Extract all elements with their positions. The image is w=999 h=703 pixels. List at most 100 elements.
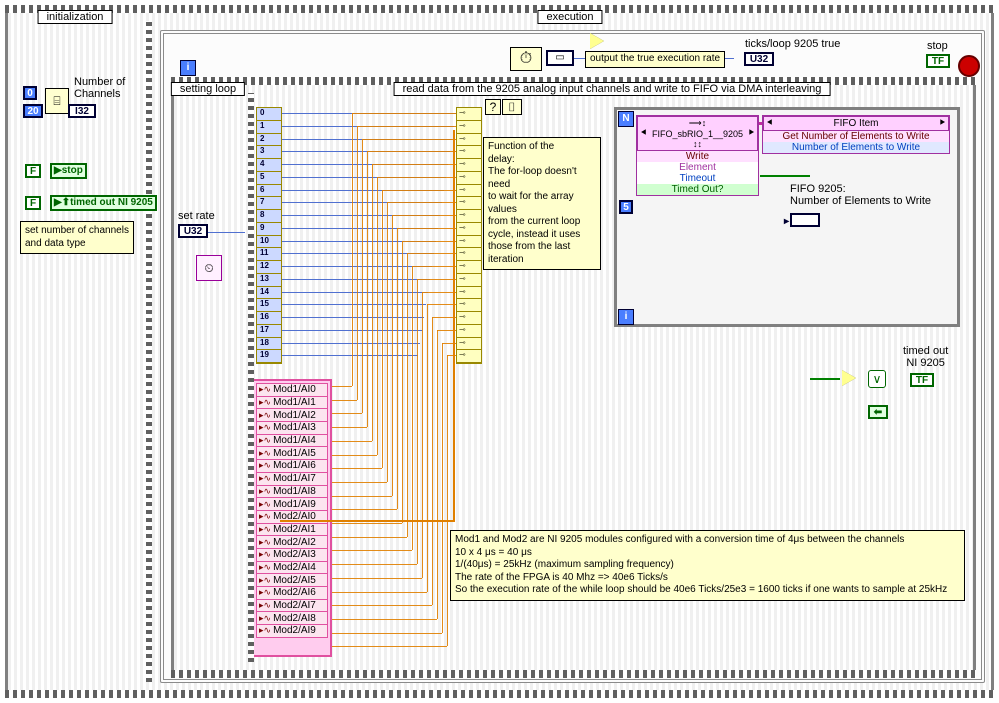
channels-label: Number of Channels: [74, 76, 125, 100]
rate-display[interactable]: ▭: [546, 50, 574, 66]
or-gate-icon: [842, 370, 856, 386]
fifo-elems-indicator[interactable]: ▸: [790, 213, 820, 227]
frame-title-setting: setting loop: [171, 82, 245, 96]
io-channel[interactable]: ▸∿Mod2/AI3: [256, 548, 328, 562]
u32-ticks[interactable]: U32: [744, 52, 774, 66]
array-index-cell: 0: [257, 108, 281, 121]
compare-gt-icon: [590, 33, 604, 49]
io-channel[interactable]: ▸∿Mod1/AI2: [256, 408, 328, 422]
fifo-item-header: ⯇ FIFO Item ⯈: [763, 116, 949, 131]
wire: [332, 564, 417, 565]
io-channel[interactable]: ▸∿Mod2/AI1: [256, 523, 328, 537]
wire: [412, 266, 413, 550]
array-output-cell: ⊸: [457, 287, 481, 300]
io-channel[interactable]: ▸∿Mod2/AI9: [256, 624, 328, 638]
fifo-write-node[interactable]: ⯇ ⟶↕ FIFO_sbRIO_1__9205 ↕↕ ⯈ Write Eleme…: [636, 115, 759, 196]
io-channel[interactable]: ▸∿Mod1/AI6: [256, 459, 328, 473]
stop-tf[interactable]: TF: [926, 54, 950, 68]
io-channel[interactable]: ▸∿Mod2/AI6: [256, 586, 328, 600]
io-channel[interactable]: ▸∿Mod2/AI2: [256, 535, 328, 549]
timedout-local[interactable]: ▶⬆timed out NI 9205: [50, 195, 157, 211]
wire: [367, 151, 368, 427]
case-selector[interactable]: ?: [485, 99, 501, 115]
false-const-1[interactable]: F: [25, 164, 41, 178]
wire: [362, 139, 363, 414]
array-output-cell: ⊸: [457, 121, 481, 134]
io-channel[interactable]: ▸∿Mod1/AI9: [256, 497, 328, 511]
io-channel[interactable]: ▸∿Mod2/AI5: [256, 573, 328, 587]
analog-signal-icon: ▸∿: [259, 384, 271, 395]
fifo-item-node[interactable]: ⯇ FIFO Item ⯈ Get Number of Elements to …: [762, 115, 950, 154]
analog-signal-icon: ▸∿: [259, 511, 271, 522]
wire: [332, 509, 397, 510]
ticks-label: ticks/loop 9205 true: [745, 38, 840, 50]
array-index-cell: 5: [257, 172, 281, 185]
io-channel[interactable]: ▸∿Mod1/AI8: [256, 485, 328, 499]
array-index-icon: ⌷: [502, 99, 522, 115]
array-index-cell: 17: [257, 325, 281, 338]
io-channel[interactable]: ▸∿Mod1/AI0: [256, 383, 328, 397]
while-stop-terminal[interactable]: [958, 55, 980, 77]
io-channel-label: Mod1/AI0: [273, 384, 316, 395]
io-channel-label: Mod1/AI7: [273, 473, 316, 484]
stop-label: stop: [927, 40, 948, 52]
i32-indicator[interactable]: I32: [68, 104, 96, 118]
analog-signal-icon: ▸∿: [259, 410, 271, 421]
array-output-cell: ⊸: [457, 223, 481, 236]
io-channel[interactable]: ▸∿Mod2/AI4: [256, 561, 328, 575]
array-index-cell: 16: [257, 312, 281, 325]
io-channel[interactable]: ▸∿Mod2/AI8: [256, 611, 328, 625]
wire: [372, 164, 456, 165]
for-const-5[interactable]: 5: [619, 200, 633, 214]
wire: [280, 343, 420, 344]
stop-local[interactable]: ▶stop: [50, 163, 87, 179]
io-channel-label: Mod2/AI9: [273, 625, 316, 636]
chevron-right-icon[interactable]: ⯈: [747, 128, 755, 139]
array-index-cell: 7: [257, 197, 281, 210]
wire: [377, 177, 378, 455]
chevron-left-icon[interactable]: ⯇: [640, 128, 648, 139]
array-output-cell: ⊸: [457, 299, 481, 312]
chevron-right-icon[interactable]: ⯈: [938, 118, 946, 129]
array-index-cell: 1: [257, 121, 281, 134]
u32-setrate[interactable]: U32: [178, 224, 208, 238]
const-twenty[interactable]: 20: [23, 104, 43, 118]
wire: [397, 228, 456, 229]
array-output-cell: ⊸: [457, 338, 481, 351]
io-channel[interactable]: ▸∿Mod1/AI4: [256, 434, 328, 448]
array-output-cell: ⊸: [457, 210, 481, 223]
array-output-cell: ⊸: [457, 134, 481, 147]
io-channel[interactable]: ▸∿Mod1/AI3: [256, 421, 328, 435]
const-zero[interactable]: 0: [23, 86, 37, 100]
wire: [280, 292, 428, 293]
analog-signal-icon: ▸∿: [259, 524, 271, 535]
wire: [280, 520, 455, 522]
wire: [412, 266, 456, 267]
wire: [352, 113, 456, 114]
wire: [392, 215, 393, 496]
analog-signal-icon: ▸∿: [259, 486, 271, 497]
wire: [332, 550, 412, 551]
wire: [332, 427, 367, 428]
array-output-cell: ⊸: [457, 236, 481, 249]
wire: [332, 413, 362, 414]
io-channel[interactable]: ▸∿Mod1/AI7: [256, 472, 328, 486]
timedout-tf[interactable]: TF: [910, 373, 934, 387]
io-channel[interactable]: ▸∿Mod2/AI7: [256, 599, 328, 613]
wire: [332, 605, 432, 606]
io-channel-label: Mod2/AI6: [273, 587, 316, 598]
wire: [387, 202, 388, 482]
io-channel[interactable]: ▸∿Mod1/AI1: [256, 396, 328, 410]
false-const-2[interactable]: F: [25, 196, 41, 210]
timed-loop-clock-icon: [510, 47, 542, 71]
wire: [437, 330, 438, 619]
io-channel[interactable]: ▸∿Mod1/AI5: [256, 446, 328, 460]
array-index-cell: 3: [257, 146, 281, 159]
wire: [432, 317, 456, 318]
chevron-left-icon[interactable]: ⯇: [766, 118, 774, 129]
wire: [442, 343, 443, 633]
wire: [362, 139, 456, 140]
wire: [332, 400, 357, 401]
analog-signal-icon: ▸∿: [259, 397, 271, 408]
array-index-cell: 8: [257, 210, 281, 223]
